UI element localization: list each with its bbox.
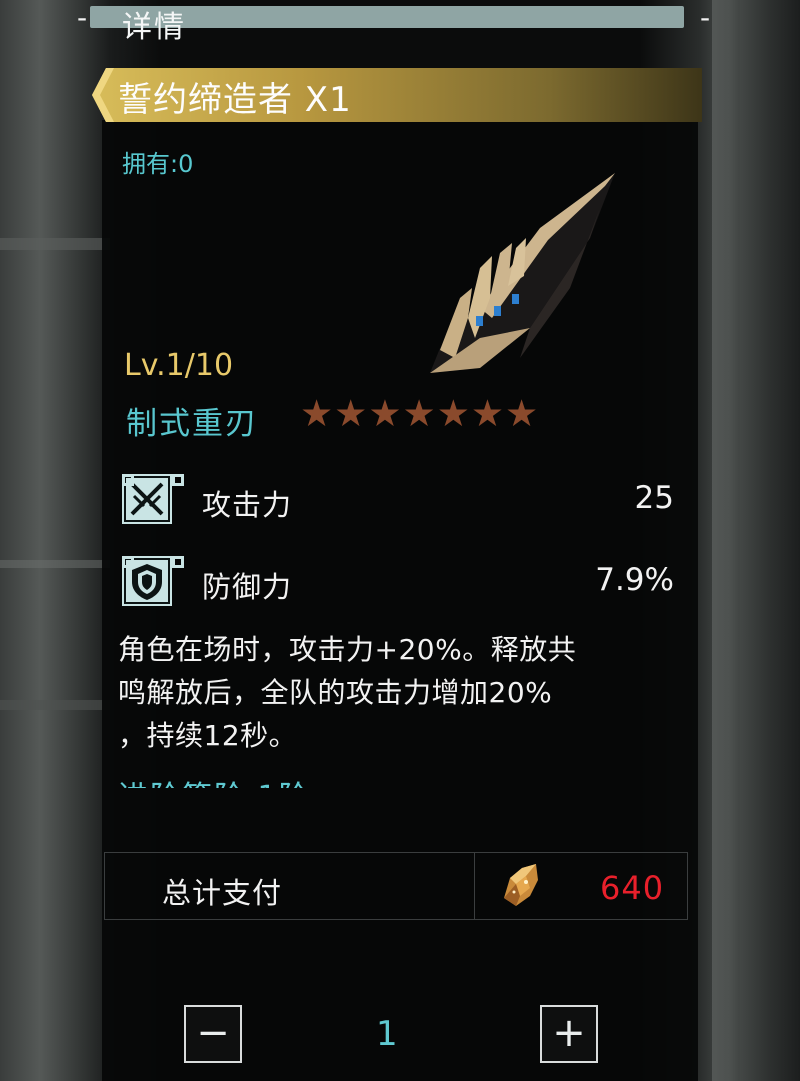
stat-value: 25: [634, 480, 674, 516]
star-icon: ★: [368, 392, 402, 435]
star-icon: ★: [300, 392, 334, 435]
header-dash-left: -: [77, 1, 88, 34]
description-line: 鸣解放后，全队的攻击力增加20%: [118, 676, 553, 709]
total-label: 总计支付: [162, 876, 283, 910]
star-icon: ★: [402, 392, 436, 435]
background-beam: [0, 238, 110, 250]
star-icon: ★: [470, 392, 505, 435]
stat-row-defense: 防御力 7.9%: [122, 556, 682, 612]
star-icon: ★: [505, 392, 539, 435]
increase-quantity-button[interactable]: +: [540, 1005, 598, 1063]
owned-count: 拥有:0: [122, 150, 194, 178]
weapon-description: 角色在场时，攻击力+20%。释放共 鸣解放后，全队的攻击力增加20% ，持续12…: [118, 628, 698, 757]
header-title: 详情: [122, 10, 186, 45]
rarity-stars: ★ ★ ★ ★ ★ ★ ★: [300, 394, 538, 434]
weapon-level: Lv.1/10: [124, 348, 234, 383]
weapon-image: [430, 173, 615, 373]
star-icon: ★: [436, 392, 470, 435]
background-beam: [0, 700, 110, 710]
stat-value: 7.9%: [595, 562, 674, 598]
crossed-swords-icon: [122, 474, 184, 524]
star-icon: ★: [334, 392, 368, 435]
shield-icon: [122, 556, 184, 606]
stat-label: 攻击力: [202, 488, 293, 522]
item-name: 誓约缔造者 X1: [118, 80, 352, 120]
background-beam: [0, 560, 110, 568]
total-cost-value: 640: [600, 869, 665, 907]
weapon-type: 制式重刃: [126, 406, 258, 442]
stat-label: 防御力: [202, 570, 293, 604]
description-line: 角色在场时，攻击力+20%。释放共: [118, 633, 577, 666]
gold-ore-icon: [504, 864, 538, 906]
description-line: ，持续12秒。: [118, 719, 298, 752]
description-cut-line: 进阶等阶 1阶: [118, 768, 311, 788]
cut-line-text: 进阶等阶 1阶: [118, 772, 311, 788]
background-pillar: [712, 0, 740, 1081]
quantity-value: 1: [376, 1014, 398, 1054]
decrease-quantity-button[interactable]: −: [184, 1005, 242, 1063]
stat-row-attack: 攻击力 25: [122, 474, 682, 530]
header-dash-right: -: [700, 1, 711, 34]
